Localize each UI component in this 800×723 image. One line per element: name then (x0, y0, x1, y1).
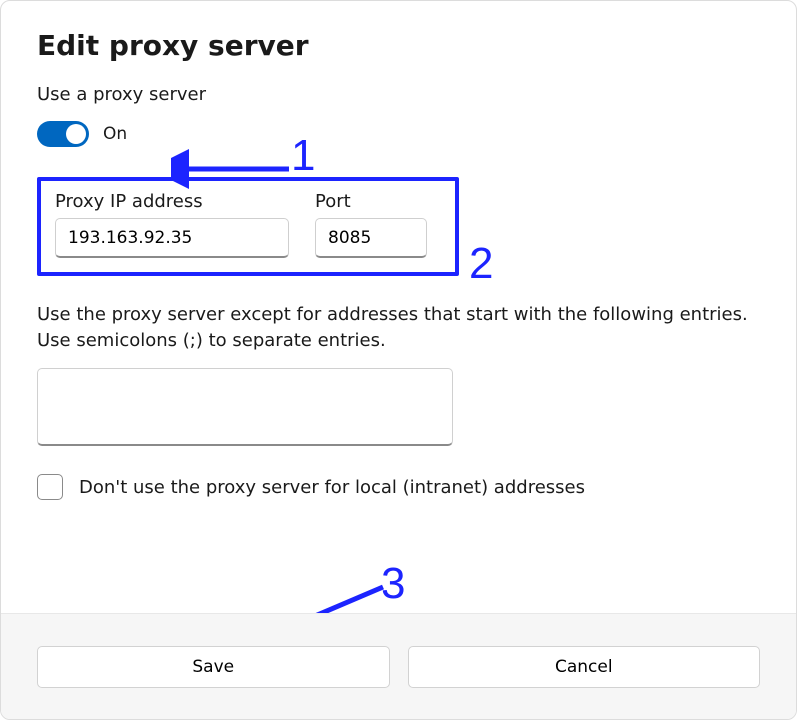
bypass-local-label: Don't use the proxy server for local (in… (79, 477, 585, 498)
proxy-ip-field: Proxy IP address (55, 191, 289, 258)
ip-port-group-highlight: Proxy IP address Port (37, 177, 459, 276)
bypass-local-row: Don't use the proxy server for local (in… (37, 474, 760, 500)
proxy-port-input[interactable] (315, 218, 427, 258)
proxy-port-field: Port (315, 191, 427, 258)
exceptions-input[interactable] (37, 368, 453, 446)
proxy-ip-label: Proxy IP address (55, 191, 289, 212)
exceptions-help-text: Use the proxy server except for addresse… (37, 302, 760, 354)
toggle-state-label: On (103, 124, 127, 144)
annotation-number-3: 3 (381, 559, 405, 609)
toggle-knob (66, 124, 86, 144)
use-proxy-toggle[interactable] (37, 121, 89, 147)
proxy-ip-input[interactable] (55, 218, 289, 258)
annotation-number-2: 2 (469, 239, 493, 289)
dialog-footer: Save Cancel (1, 613, 796, 719)
dialog-content: Edit proxy server Use a proxy server On … (1, 1, 796, 500)
cancel-button[interactable]: Cancel (408, 646, 761, 688)
toggle-row: On (37, 121, 760, 147)
use-proxy-label: Use a proxy server (37, 84, 760, 105)
proxy-port-label: Port (315, 191, 427, 212)
bypass-local-checkbox[interactable] (37, 474, 63, 500)
edit-proxy-dialog: Edit proxy server Use a proxy server On … (0, 0, 797, 720)
dialog-title: Edit proxy server (37, 29, 760, 62)
save-button[interactable]: Save (37, 646, 390, 688)
